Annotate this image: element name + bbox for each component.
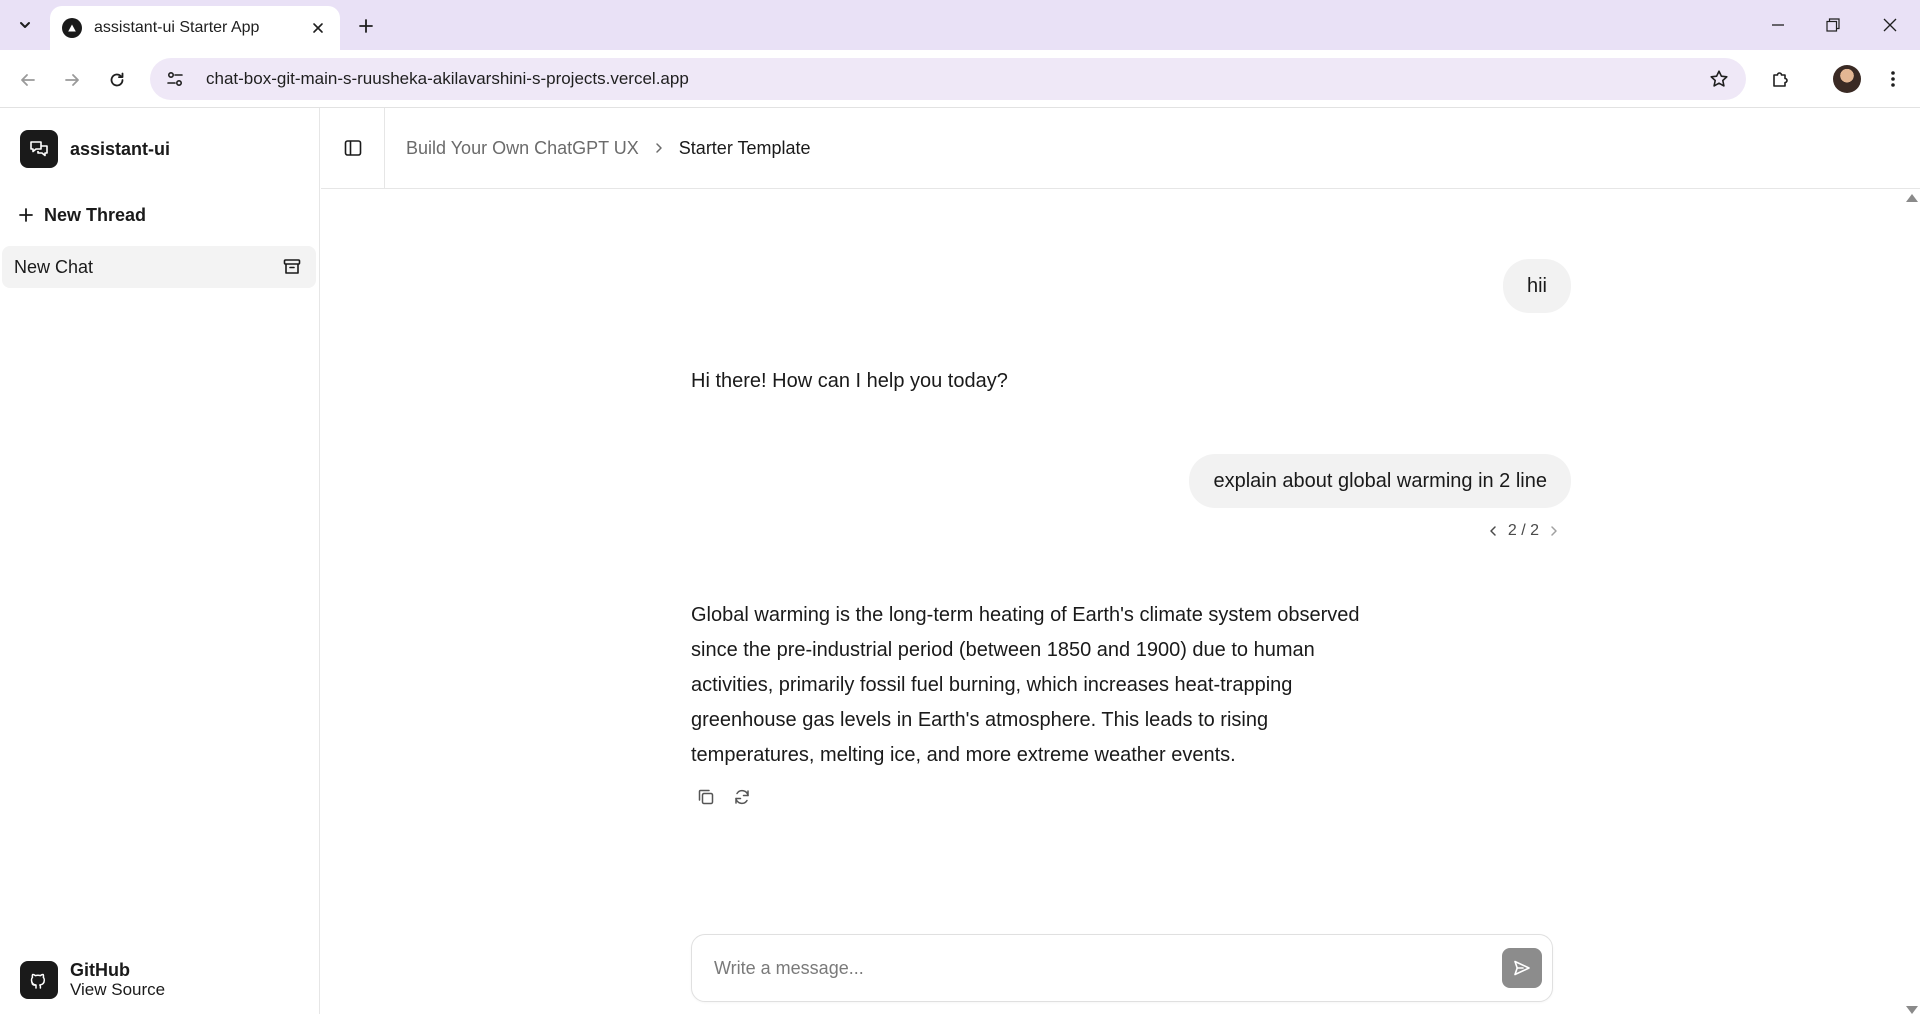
refresh-icon — [735, 789, 749, 805]
close-icon — [313, 23, 323, 33]
new-thread-label: New Thread — [44, 204, 147, 225]
regenerate-button[interactable] — [725, 782, 759, 812]
arrow-left-icon — [21, 74, 35, 86]
copy-icon — [698, 789, 714, 805]
sidebar: assistant-ui New Thread New Chat GitHub … — [0, 108, 320, 1014]
browser-menu-button[interactable] — [1878, 64, 1908, 94]
message-input[interactable] — [714, 957, 1502, 979]
breadcrumb-current: Starter Template — [678, 137, 811, 158]
send-button[interactable] — [1502, 948, 1542, 988]
url-text: chat-box-git-main-s-ruusheka-akilavarshi… — [206, 69, 689, 88]
github-icon — [20, 961, 58, 999]
plus-icon — [359, 19, 373, 33]
restore-button[interactable] — [1811, 8, 1855, 42]
assistant-message: Hi there! How can I help you today? — [691, 370, 1008, 392]
chevron-left-icon — [1490, 526, 1496, 536]
more-vertical-icon — [1891, 71, 1895, 87]
reload-button[interactable] — [101, 64, 133, 96]
user-message: hii — [1502, 259, 1571, 313]
thread-viewport[interactable]: hii Hi there! How can I help you today? … — [321, 190, 1920, 1014]
chevron-right-icon — [1551, 526, 1557, 536]
close-icon — [1883, 18, 1897, 32]
minimize-icon — [1772, 24, 1784, 26]
minimize-button[interactable] — [1756, 8, 1800, 42]
chevron-down-icon — [20, 22, 30, 28]
branch-previous-button[interactable] — [1482, 520, 1504, 542]
new-tab-button[interactable] — [352, 12, 380, 40]
user-message: explain about global warming in 2 line — [1189, 454, 1571, 508]
vercel-favicon-icon — [62, 18, 82, 38]
branch-next-button[interactable] — [1543, 520, 1565, 542]
sidebar-toggle-button[interactable] — [321, 108, 385, 188]
panel-left-icon — [344, 140, 361, 156]
arrow-right-icon — [65, 74, 79, 86]
extensions-button[interactable] — [1766, 64, 1796, 94]
scroll-down-arrow-icon[interactable] — [1906, 1006, 1918, 1014]
browser-tab-bar: assistant-ui Starter App — [0, 0, 1920, 50]
back-button[interactable] — [12, 64, 44, 96]
close-window-button[interactable] — [1868, 8, 1912, 42]
new-thread-button[interactable]: New Thread — [14, 198, 150, 232]
bookmark-button[interactable] — [1704, 64, 1734, 94]
branch-count: 2 / 2 — [1507, 522, 1539, 539]
breadcrumb-link[interactable]: Build Your Own ChatGPT UX — [406, 138, 639, 159]
github-link[interactable]: GitHub View Source — [20, 960, 165, 1000]
site-info-icon[interactable] — [164, 68, 186, 90]
star-icon — [1710, 70, 1728, 87]
forward-button[interactable] — [56, 64, 88, 96]
plus-icon — [19, 208, 33, 222]
assistant-action-bar — [689, 782, 761, 812]
address-bar[interactable]: chat-box-git-main-s-ruusheka-akilavarshi… — [150, 58, 1746, 100]
branch-picker: 2 / 2 — [1482, 520, 1565, 542]
github-subtitle: View Source — [70, 980, 166, 999]
archive-thread-button[interactable] — [280, 255, 304, 279]
composer — [691, 934, 1553, 1002]
app-header: Build Your Own ChatGPT UX Starter Templa… — [321, 108, 1920, 189]
tab-close-button[interactable] — [306, 16, 330, 40]
tab-title: assistant-ui Starter App — [94, 19, 260, 36]
browser-tab-active[interactable]: assistant-ui Starter App — [50, 6, 340, 50]
brand-name: assistant-ui — [70, 138, 171, 159]
puzzle-icon — [1773, 72, 1788, 87]
copy-button[interactable] — [689, 782, 723, 812]
thread-title: New Chat — [14, 256, 94, 277]
browser-toolbar: chat-box-git-main-s-ruusheka-akilavarshi… — [0, 50, 1920, 108]
thread-list-item[interactable]: New Chat — [2, 246, 316, 288]
chat-bubbles-icon — [20, 130, 58, 168]
scroll-up-arrow-icon[interactable] — [1906, 194, 1918, 202]
reload-icon — [110, 72, 124, 87]
restore-icon — [1826, 18, 1840, 32]
github-title: GitHub — [70, 960, 130, 980]
archive-icon — [283, 259, 301, 274]
breadcrumb: Build Your Own ChatGPT UX Starter Templa… — [406, 108, 811, 188]
assistant-message: Global warming is the long-term heating … — [691, 604, 1360, 766]
send-icon — [1514, 960, 1530, 976]
tab-search-button[interactable] — [10, 12, 40, 38]
chevron-right-icon — [653, 142, 665, 154]
brand[interactable]: assistant-ui — [20, 130, 170, 168]
profile-avatar[interactable] — [1833, 65, 1861, 93]
